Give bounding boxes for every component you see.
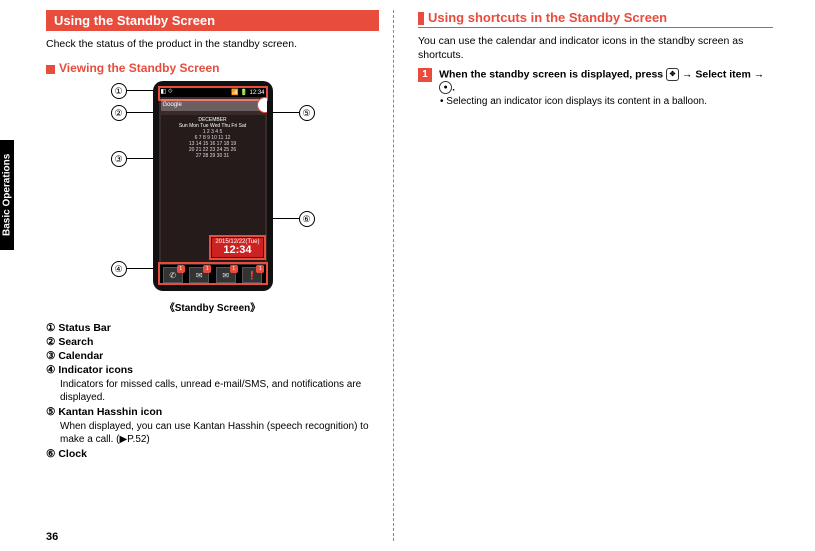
step-1-text: When the standby screen is displayed, pr…: [439, 68, 772, 94]
callout-1: ①: [111, 83, 127, 99]
page-number: 36: [46, 531, 58, 543]
viewing-head-label: Viewing the Standby Screen: [59, 61, 220, 75]
intro-text: Check the status of the product in the s…: [46, 37, 379, 51]
right-column: Using shortcuts in the Standby Screen Yo…: [394, 10, 787, 541]
indicator-badge: 1: [230, 265, 238, 273]
indicator-badge: 1: [203, 265, 211, 273]
dpad-key-icon: ✥: [666, 68, 679, 81]
callout-2: ②: [111, 105, 127, 121]
indicator-notify-icon: ❗1: [242, 267, 262, 283]
callout-4: ④: [111, 261, 127, 277]
indicator-mail-icon: ✉1: [189, 267, 209, 283]
phone-screen: ◧ ⟐ 📶 🔋 12:34 Google DECEMBER Sun Mon Tu…: [159, 87, 267, 285]
phone-frame: ◧ ⟐ 📶 🔋 12:34 Google DECEMBER Sun Mon Tu…: [153, 81, 273, 291]
phone-illustration: ① ② ③ ④ ⑤ ⑥ ◧ ⟐ 📶 🔋 12:34: [83, 81, 343, 291]
shortcuts-title-label: Using shortcuts in the Standby Screen: [428, 10, 667, 25]
subsection-viewing-standby: Viewing the Standby Screen: [46, 61, 379, 75]
search-label: Google: [163, 102, 182, 108]
legend-4: ④ Indicator icons: [46, 364, 379, 376]
step-number-1: 1: [418, 68, 432, 82]
legend-5-sub: When displayed, you can use Kantan Hassh…: [60, 420, 379, 446]
step-1-text-a: When the standby screen is displayed, pr…: [439, 69, 666, 81]
legend-3: ③ Calendar: [46, 350, 379, 362]
legend-4-sub: Indicators for missed calls, unread e-ma…: [60, 378, 379, 404]
callout-6: ⑥: [299, 211, 315, 227]
legend-2: ② Search: [46, 336, 379, 348]
center-key-icon: ●: [439, 81, 452, 94]
callout-3: ③: [111, 151, 127, 167]
step-1-text-c: .: [452, 82, 455, 94]
legend-1: ① Status Bar: [46, 322, 379, 334]
indicator-row: ✆1 ✉1 ✉1 ❗1: [159, 265, 267, 285]
red-bar-icon: [418, 12, 424, 25]
section-title-using-standby: Using the Standby Screen: [46, 10, 379, 31]
section-title-shortcuts: Using shortcuts in the Standby Screen: [418, 10, 773, 28]
search-bar: Google: [161, 99, 265, 111]
indicator-sms-icon: ✉1: [216, 267, 236, 283]
legend-5: ⑤ Kantan Hasshin icon: [46, 406, 379, 418]
kantan-hasshin-icon: [257, 97, 267, 113]
side-tab-basic-operations: Basic Operations: [0, 140, 14, 250]
left-column: Using the Standby Screen Check the statu…: [0, 10, 393, 541]
step-1-text-b: → Select item →: [679, 69, 764, 81]
calendar-row: 27 28 29 30 31: [163, 153, 263, 159]
indicator-badge: 1: [256, 265, 264, 273]
indicator-missed-call-icon: ✆1: [163, 267, 183, 283]
indicator-badge: 1: [177, 265, 185, 273]
step-1-bullet: • Selecting an indicator icon displays i…: [440, 96, 773, 107]
step-1: 1 When the standby screen is displayed, …: [418, 68, 773, 94]
shortcuts-intro: You can use the calendar and indicator i…: [418, 34, 773, 62]
highlight-clock: [209, 235, 265, 260]
figure-caption: 《Standby Screen》: [46, 299, 379, 314]
clock-widget: 2015/12/22(Tue) 12:34: [212, 238, 262, 257]
red-square-icon: [46, 65, 55, 74]
callout-5: ⑤: [299, 105, 315, 121]
legend-6: ⑥ Clock: [46, 448, 379, 460]
